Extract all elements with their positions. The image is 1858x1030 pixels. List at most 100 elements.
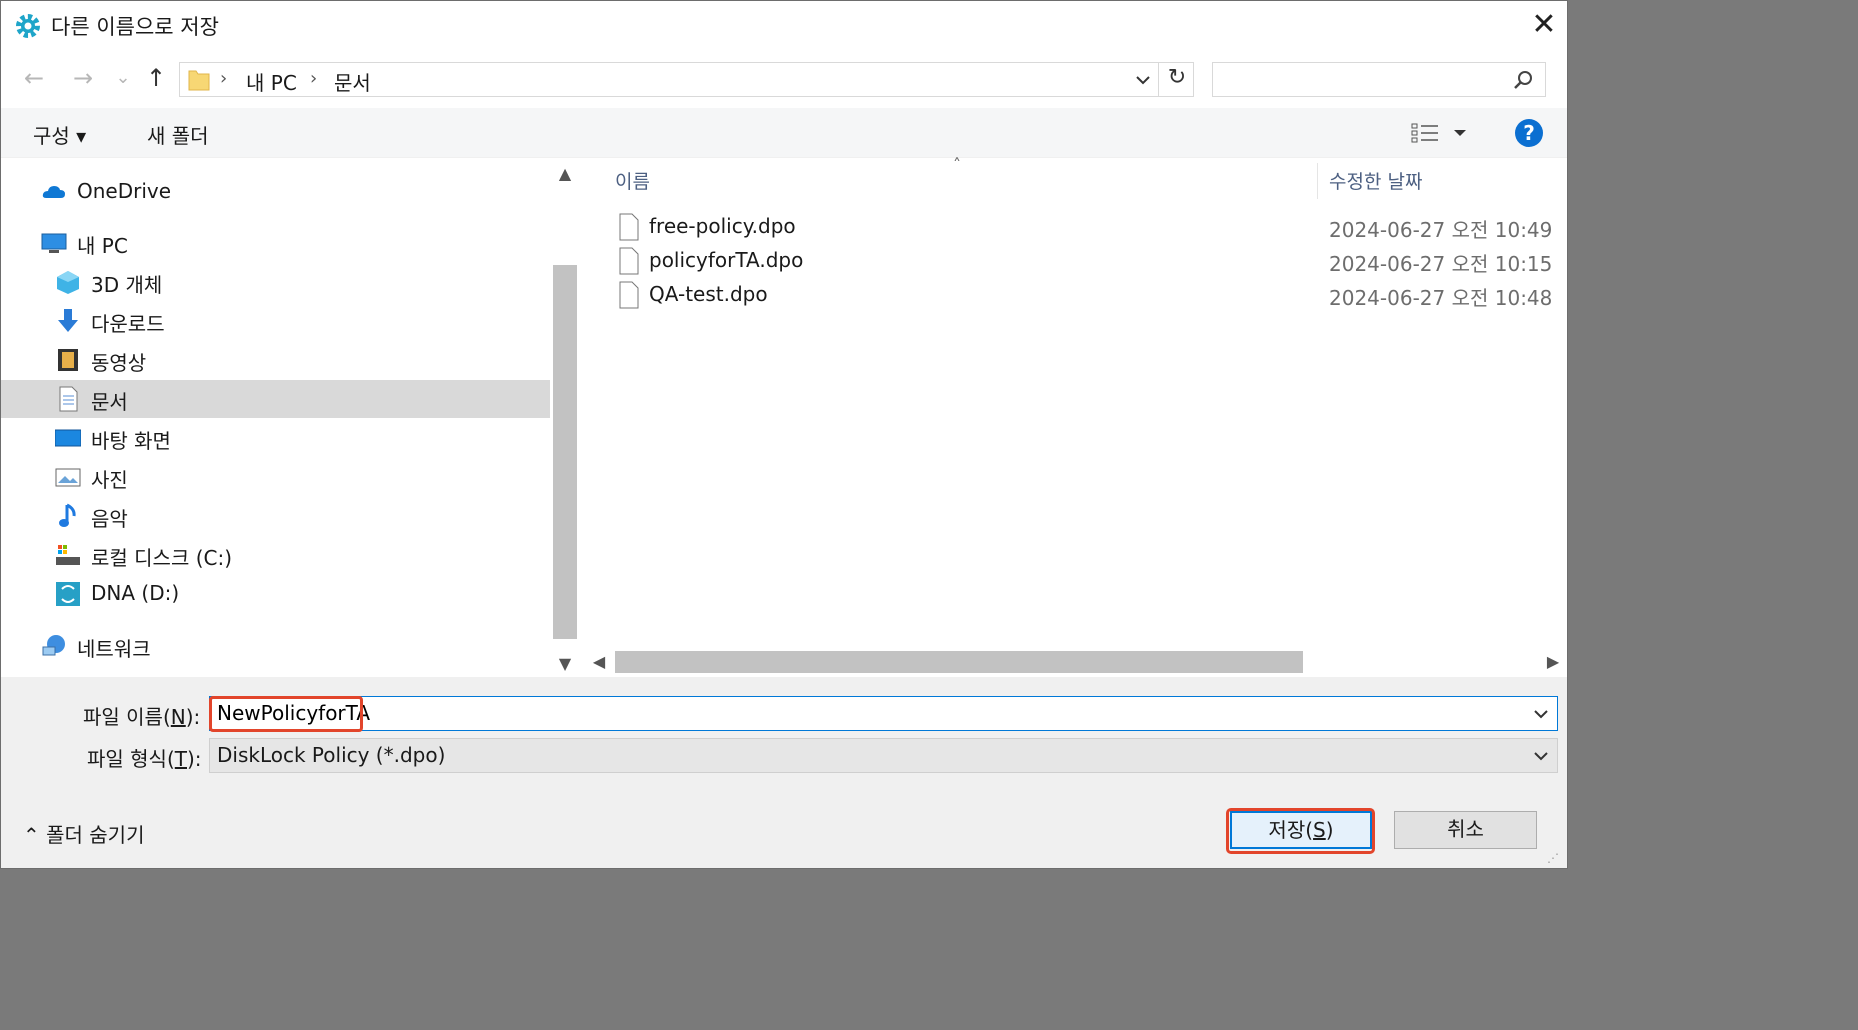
chevron-down-icon[interactable] [1532,705,1550,723]
sidebar-item-downloads[interactable]: 다운로드 [1,302,550,340]
cancel-button[interactable]: 취소 [1394,811,1537,849]
sidebar-item-desktop[interactable]: 바탕 화면 [1,419,550,457]
scrollbar-thumb[interactable] [553,265,577,639]
filetype-select[interactable]: DiskLock Policy (*.dpo) [209,738,1558,773]
sidebar-item-label: DNA (D:) [91,581,180,605]
help-button[interactable]: ? [1515,119,1543,147]
file-icon [619,247,639,275]
filetype-label: 파일 형식(T): [87,747,202,771]
new-folder-button[interactable]: 새 폴더 [147,120,209,149]
chevron-down-icon[interactable] [1132,69,1154,91]
sidebar-item-onedrive[interactable]: OneDrive [1,173,550,211]
file-modified: 2024-06-27 오전 10:49 [1329,218,1553,242]
up-button[interactable]: ↑ [141,64,171,94]
sidebar-item-network[interactable]: 네트워크 [1,627,550,665]
view-options-icon[interactable] [1411,122,1439,144]
file-name: QA-test.dpo [649,282,768,306]
filename-label: 파일 이름(N): [83,705,201,729]
sidebar-item-documents[interactable]: 문서 [1,380,550,418]
file-list-horizontal-scrollbar[interactable]: ◀ ▶ [581,649,1567,675]
scroll-left-arrow-icon[interactable]: ◀ [587,649,611,675]
command-bar: 구성 ▾ 새 폴더 [1,108,1567,158]
onedrive-icon [42,186,65,198]
close-button[interactable]: ✕ [1529,10,1559,41]
file-icon [619,213,639,241]
sidebar-item-label: 3D 개체 [91,273,163,297]
scroll-right-arrow-icon[interactable]: ▶ [1541,649,1565,675]
sidebar-item-label: 바탕 화면 [91,429,171,453]
3d-objects-icon [57,271,79,294]
scroll-up-arrow-icon[interactable]: ▲ [551,161,579,187]
search-icon [1514,71,1532,89]
breadcrumb-separator: › [310,68,318,89]
sidebar-item-label: 문서 [91,390,128,414]
sidebar-item-pictures[interactable]: 사진 [1,458,550,496]
sidebar-item-music[interactable]: 음악 [1,497,550,535]
sidebar-item-label: 로컬 디스크 (C:) [91,546,233,570]
back-button[interactable]: ← [19,64,49,94]
search-input[interactable] [1212,62,1546,97]
file-name: policyforTA.dpo [649,248,804,272]
file-row[interactable]: policyforTA.dpo 2024-06-27 오전 10:15 [611,245,1553,279]
gear-app-icon [16,14,40,38]
file-modified: 2024-06-27 오전 10:48 [1329,286,1553,310]
filetype-value: DiskLock Policy (*.dpo) [217,743,446,767]
recent-locations-button[interactable]: ⌄ [108,64,138,94]
navigation-pane: OneDrive 내 PC 3D 개체 다운로드 동영상 문서 바탕 화면 사진… [1,159,579,677]
sidebar-item-label: 네트워크 [77,637,151,661]
file-icon [619,281,639,309]
refresh-button[interactable]: ↻ [1164,65,1190,93]
divider [1158,63,1159,96]
sidebar-item-label: 동영상 [91,351,147,375]
sidebar-item-label: 다운로드 [91,312,165,336]
sidebar-item-my-pc[interactable]: 내 PC [1,224,550,262]
sidebar-item-label: 사진 [91,468,128,492]
music-icon [59,503,76,527]
hide-folders-button[interactable]: ⌃ 폴더 숨기기 [23,819,144,848]
download-icon [58,309,78,332]
caret-down-icon[interactable] [1453,126,1467,140]
file-list-pane: ˄ 이름 수정한 날짜 free-policy.dpo 2024-06-27 오… [581,155,1567,677]
scroll-down-arrow-icon[interactable]: ▼ [551,651,579,677]
sidebar-item-label: 음악 [91,507,128,531]
breadcrumb-separator: › [220,68,228,89]
column-header-name[interactable]: 이름 [615,167,650,194]
window-title: 다른 이름으로 저장 [51,15,219,39]
resize-grip-icon[interactable]: ⋰ [1547,851,1559,865]
network-icon [42,635,65,656]
sidebar-item-videos[interactable]: 동영상 [1,341,550,379]
scrollbar-thumb[interactable] [615,651,1303,673]
video-icon [58,349,78,371]
sidebar-item-local-disk[interactable]: 로컬 디스크 (C:) [1,536,550,574]
nav-pane-scrollbar[interactable]: ▲ ▼ [551,159,579,677]
pc-icon [41,233,67,253]
document-icon [59,386,78,412]
organize-button[interactable]: 구성 ▾ [33,120,86,149]
title-bar: 다른 이름으로 저장 ✕ [1,1,1567,51]
file-row[interactable]: free-policy.dpo 2024-06-27 오전 10:49 [611,211,1553,245]
file-modified: 2024-06-27 오전 10:15 [1329,252,1553,276]
filename-field[interactable]: NewPolicyforTA [209,696,1558,731]
sidebar-item-3d-objects[interactable]: 3D 개체 [1,263,550,301]
highlight-box [209,696,363,732]
breadcrumb-my-pc[interactable]: 내 PC [246,67,297,96]
column-divider[interactable] [1317,163,1318,199]
save-as-dialog: 다른 이름으로 저장 ✕ ← → ⌄ ↑ › 내 PC › 문서 ↻ 구성 ▾ … [0,0,1568,869]
chevron-down-icon[interactable] [1532,747,1550,765]
sort-ascending-icon: ˄ [953,155,961,174]
dna-drive-icon [56,582,80,606]
file-row[interactable]: QA-test.dpo 2024-06-27 오전 10:48 [611,279,1553,313]
sidebar-item-label: 내 PC [77,234,128,258]
sidebar-item-label: OneDrive [77,179,172,203]
folder-icon [188,70,210,91]
file-name: free-policy.dpo [649,214,796,238]
sidebar-item-dna-drive[interactable]: DNA (D:) [1,575,550,613]
forward-button[interactable]: → [68,64,98,94]
highlight-box [1226,808,1375,854]
drive-icon [56,545,80,565]
breadcrumb-documents[interactable]: 문서 [334,67,371,96]
pictures-icon [55,468,81,487]
desktop-icon [55,429,81,447]
column-header-modified[interactable]: 수정한 날짜 [1329,167,1422,194]
address-bar[interactable]: › 내 PC › 문서 ↻ [179,62,1194,97]
